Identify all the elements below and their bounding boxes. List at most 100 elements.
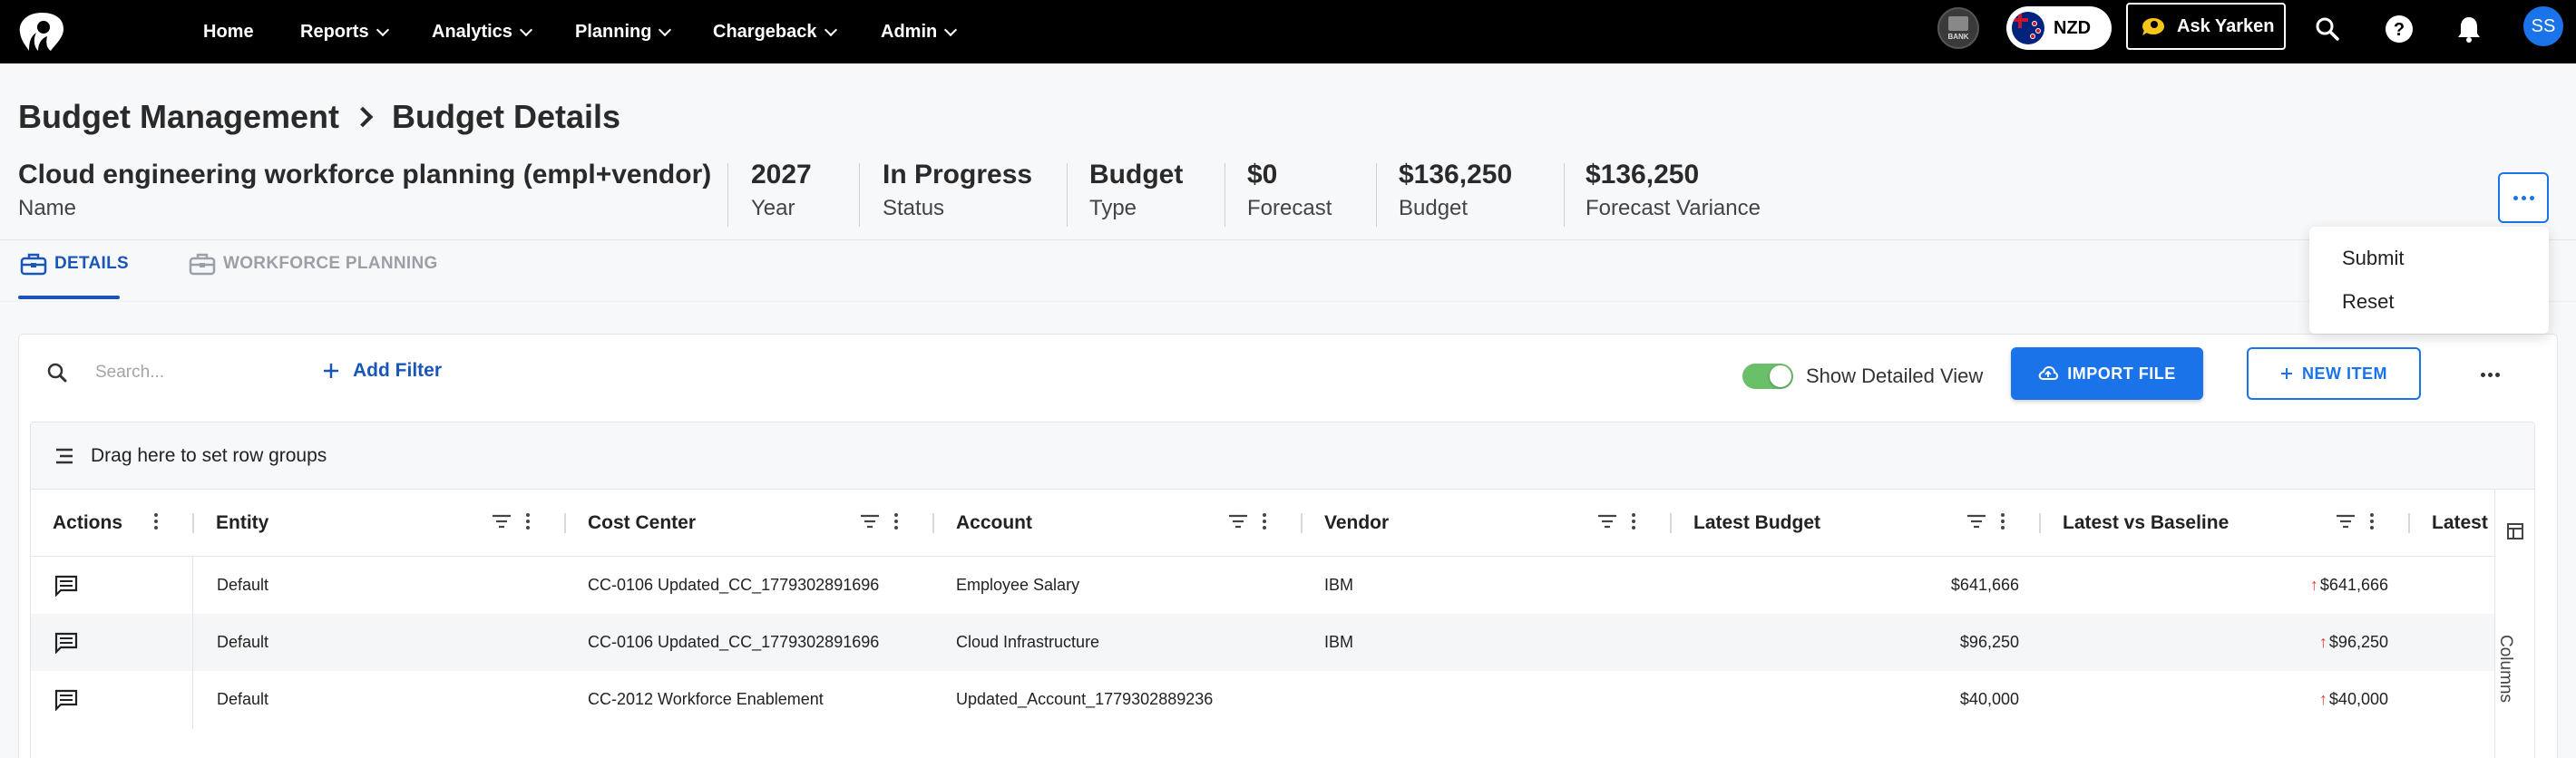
cell-entity: Default	[217, 690, 269, 708]
columns-panel-label: Columns	[2496, 635, 2515, 703]
col-header-entity[interactable]: Entity	[216, 490, 268, 557]
filter-icon[interactable]	[860, 513, 880, 530]
search-box[interactable]: Search...	[46, 362, 164, 384]
col-vendor-label: Vendor	[1324, 512, 1390, 533]
budget-items-card: Search... Add Filter Show Detailed View …	[18, 334, 2558, 758]
cell-cost-center: CC-2012 Workforce Enablement	[588, 690, 824, 708]
user-avatar[interactable]: SS	[2523, 6, 2563, 46]
search-input[interactable]: Search...	[95, 363, 164, 383]
chevron-down-icon	[376, 23, 389, 36]
table-row[interactable]: Default CC-0106 Updated_CC_1779302891696…	[31, 557, 2513, 614]
arrow-up-icon: ↑	[2309, 576, 2318, 594]
col-header-vendor[interactable]: Vendor	[1324, 490, 1389, 557]
col-header-latest-budget[interactable]: Latest Budget	[1693, 490, 1820, 557]
cloud-upload-icon	[2038, 365, 2059, 380]
nav-planning[interactable]: Planning	[575, 0, 672, 63]
comment-icon[interactable]	[54, 614, 78, 671]
summary-year-value: 2027	[751, 160, 812, 190]
summary-divider	[1564, 163, 1565, 227]
table-row[interactable]: Default CC-0106 Updated_CC_1779302891696…	[31, 614, 2513, 671]
row-group-icon	[56, 448, 73, 463]
summary-name: Cloud engineering workforce planning (em…	[18, 160, 711, 221]
summary-type-label: Type	[1089, 196, 1137, 220]
add-filter-button[interactable]: Add Filter	[322, 360, 442, 382]
nav-home[interactable]: Home	[203, 0, 254, 63]
ask-yarken-button[interactable]: Ask Yarken	[2126, 3, 2286, 50]
columns-side-panel[interactable]: Columns	[2494, 490, 2534, 758]
column-menu-icon[interactable]	[1632, 513, 1635, 530]
notifications-bell-icon[interactable]	[2453, 13, 2485, 45]
detailed-view-label: Show Detailed View	[1806, 364, 1984, 387]
more-options-button[interactable]	[2498, 172, 2549, 223]
cell-vendor: IBM	[1324, 576, 1354, 594]
bank-icon[interactable]: BANK	[1937, 7, 1979, 49]
detailed-view-toggle[interactable]	[1742, 364, 1793, 389]
col-latest-vs-baseline-label: Latest vs Baseline	[2063, 512, 2230, 533]
tab-details[interactable]: DETAILS	[20, 252, 129, 276]
filter-icon[interactable]	[2336, 513, 2356, 530]
chevron-down-icon	[824, 23, 837, 36]
grid-header: Actions Entity Cost Center Account Vendo…	[31, 490, 2534, 557]
summary-forecast-value: $0	[1247, 160, 1278, 190]
chevron-down-icon	[659, 23, 672, 36]
summary-name-value: Cloud engineering workforce planning (em…	[18, 160, 712, 190]
table-row[interactable]: Default CC-2012 Workforce Enablement Upd…	[31, 671, 2513, 728]
nav-reports[interactable]: Reports	[300, 0, 389, 63]
col-header-latest-vs-baseline[interactable]: Latest vs Baseline	[2063, 490, 2229, 557]
summary-budget: $136,250 Budget	[1399, 160, 1512, 221]
comment-icon[interactable]	[54, 671, 78, 728]
ask-yarken-label: Ask Yarken	[2177, 15, 2275, 36]
col-header-account[interactable]: Account	[956, 490, 1032, 557]
col-entity-label: Entity	[216, 512, 269, 533]
briefcase-icon	[20, 253, 47, 276]
summary-variance-value: $136,250	[1586, 160, 1700, 190]
nav-admin[interactable]: Admin	[881, 0, 958, 63]
toolbar-more-icon[interactable]	[2481, 373, 2500, 377]
column-menu-icon[interactable]	[1263, 513, 1266, 530]
nav-analytics[interactable]: Analytics	[432, 0, 533, 63]
column-menu-icon[interactable]	[154, 513, 158, 530]
summary-type: Budget Type	[1089, 160, 1183, 221]
filter-icon[interactable]	[1597, 513, 1617, 530]
search-icon[interactable]	[2311, 13, 2344, 45]
summary-forecast: $0 Forecast	[1247, 160, 1332, 221]
new-item-button[interactable]: NEW ITEM	[2247, 347, 2421, 400]
summary-budget-label: Budget	[1399, 196, 1469, 220]
currency-selector[interactable]: NZD	[2006, 6, 2112, 50]
filter-icon[interactable]	[492, 513, 512, 530]
tab-workforce-planning[interactable]: WORKFORCE PLANNING	[189, 252, 438, 276]
chevron-down-icon	[519, 23, 533, 36]
cell-cost-center: CC-0106 Updated_CC_1779302891696	[588, 576, 880, 594]
budget-items-grid: Drag here to set row groups Actions Enti…	[30, 422, 2535, 758]
comment-icon[interactable]	[54, 557, 78, 614]
filter-icon[interactable]	[1228, 513, 1248, 530]
column-menu-icon[interactable]	[2370, 513, 2374, 530]
summary-type-value: Budget	[1089, 160, 1184, 190]
column-menu-icon[interactable]	[2001, 513, 2005, 530]
summary-status: In Progress Status	[883, 160, 1032, 221]
import-file-label: IMPORT FILE	[2067, 364, 2176, 383]
breadcrumb-parent[interactable]: Budget Management	[18, 98, 339, 136]
column-menu-icon[interactable]	[894, 513, 898, 530]
search-icon	[47, 363, 67, 383]
tab-details-label: DETAILS	[54, 254, 129, 273]
menu-item-submit[interactable]: Submit	[2342, 247, 2404, 270]
cell-entity: Default	[217, 633, 269, 651]
col-header-actions[interactable]: Actions	[53, 490, 122, 557]
summary-forecast-label: Forecast	[1247, 196, 1332, 220]
cell-cost-center: CC-0106 Updated_CC_1779302891696	[588, 633, 880, 651]
row-group-drop-zone[interactable]: Drag here to set row groups	[31, 423, 2534, 490]
col-header-cost-center[interactable]: Cost Center	[588, 490, 696, 557]
currency-code: NZD	[2054, 17, 2092, 38]
summary-status-label: Status	[883, 196, 945, 220]
app-logo[interactable]	[16, 9, 67, 54]
import-file-button[interactable]: IMPORT FILE	[2011, 347, 2203, 400]
col-header-latest[interactable]: Latest	[2432, 490, 2488, 557]
menu-item-reset[interactable]: Reset	[2342, 290, 2394, 314]
column-menu-icon[interactable]	[526, 513, 530, 530]
nav-planning-label: Planning	[575, 21, 652, 42]
filter-icon[interactable]	[1966, 513, 1986, 530]
nav-chargeback[interactable]: Chargeback	[713, 0, 837, 63]
help-icon[interactable]: ?	[2383, 13, 2415, 45]
plus-icon	[2281, 368, 2292, 379]
